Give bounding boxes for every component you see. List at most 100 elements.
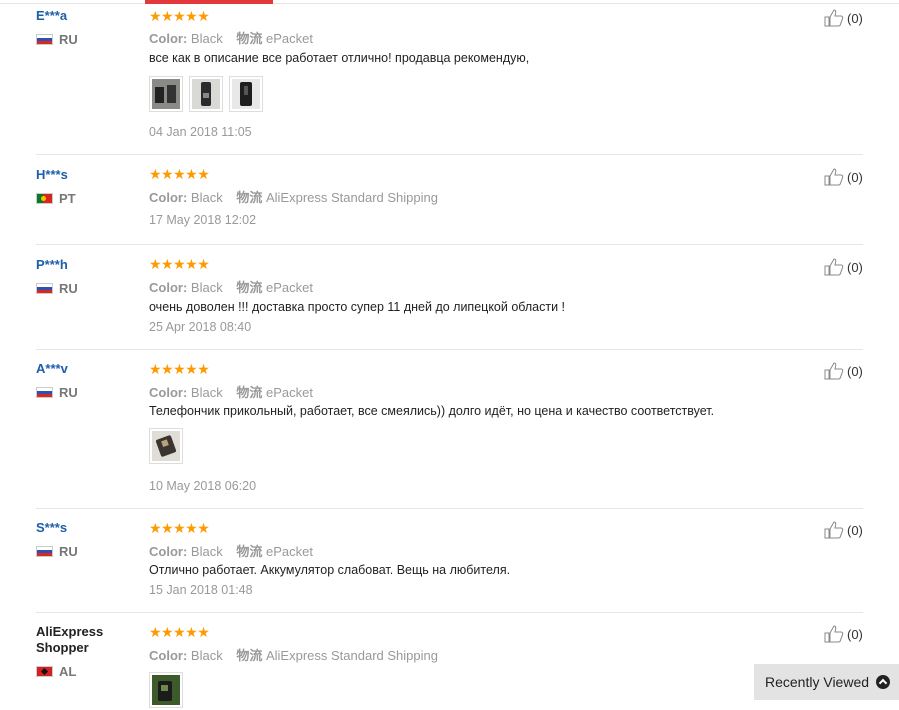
review-attributes: Color: Black 物流 AliExpress Standard Ship…	[149, 645, 438, 664]
rating-stars: ★★★★★	[149, 256, 210, 272]
review-attributes: Color: Black 物流 ePacket	[149, 277, 313, 296]
reviewer-country: RU	[36, 31, 78, 47]
review-divider	[36, 612, 863, 613]
shipping-value: ePacket	[265, 31, 313, 46]
rating-stars: ★★★★★	[149, 361, 210, 377]
reviewer-country: RU	[36, 543, 78, 559]
thumbs-up-icon	[824, 258, 844, 276]
review-text: очень доволен !!! доставка просто супер …	[149, 300, 566, 314]
chevron-up-icon	[876, 675, 891, 689]
country-code: PT	[59, 190, 76, 206]
rating-stars: ★★★★★	[149, 166, 210, 182]
active-tab-indicator	[145, 0, 273, 4]
review-attributes: Color: Black 物流 ePacket	[149, 541, 313, 560]
color-value: Black	[190, 385, 223, 400]
review-divider	[36, 508, 863, 509]
shipping-label: 物流	[236, 648, 263, 663]
review-divider	[36, 154, 863, 155]
review-photo-thumbnail[interactable]	[189, 76, 223, 112]
color-value: Black	[190, 31, 223, 46]
reviewer-name[interactable]: P***h	[36, 257, 68, 272]
country-code: RU	[59, 280, 78, 296]
review-date: 04 Jan 2018 11:05	[149, 125, 252, 139]
review-date: 17 May 2018 12:02	[149, 213, 257, 227]
helpful-count: (0)	[847, 522, 863, 538]
helpful-button[interactable]: (0)	[824, 625, 863, 643]
helpful-count: (0)	[847, 363, 863, 379]
reviewer-country: AL	[36, 663, 77, 679]
review-text: все как в описание все работает отлично!…	[149, 51, 530, 65]
thumbs-up-icon	[824, 362, 844, 380]
review-divider	[36, 244, 863, 245]
reviewer-country: RU	[36, 280, 78, 296]
reviewer-name[interactable]: H***s	[36, 167, 68, 182]
helpful-count: (0)	[847, 259, 863, 275]
country-code: RU	[59, 543, 78, 559]
shipping-value: AliExpress Standard Shipping	[265, 190, 438, 205]
helpful-button[interactable]: (0)	[824, 521, 863, 539]
country-code: AL	[59, 663, 77, 679]
review-text: Телефончик прикольный, работает, все сме…	[149, 404, 715, 418]
thumbs-up-icon	[824, 521, 844, 539]
shipping-value: ePacket	[265, 385, 313, 400]
color-value: Black	[190, 280, 223, 295]
reviewer-name[interactable]: A***v	[36, 361, 68, 376]
review-photo-thumbnail[interactable]	[149, 428, 183, 464]
flag-ru-icon	[36, 545, 53, 557]
review-divider	[36, 349, 863, 350]
helpful-button[interactable]: (0)	[824, 9, 863, 27]
helpful-count: (0)	[847, 626, 863, 642]
reviewer-name[interactable]: E***a	[36, 8, 67, 23]
review-attributes: Color: Black 物流 AliExpress Standard Ship…	[149, 187, 438, 206]
reviewer-name[interactable]: S***s	[36, 520, 67, 535]
flag-ru-icon	[36, 282, 53, 294]
review-date: 25 Apr 2018 08:40	[149, 320, 252, 334]
thumbs-up-icon	[824, 168, 844, 186]
color-value: Black	[190, 544, 223, 559]
top-border	[0, 3, 899, 4]
shipping-label: 物流	[236, 544, 263, 559]
helpful-button[interactable]: (0)	[824, 258, 863, 276]
thumbs-up-icon	[824, 625, 844, 643]
shipping-value: ePacket	[265, 544, 313, 559]
review-photo-thumbnail[interactable]	[149, 672, 183, 708]
review-photos	[149, 428, 183, 464]
color-value: Black	[190, 190, 223, 205]
reviewer-country: PT	[36, 190, 76, 206]
helpful-count: (0)	[847, 10, 863, 26]
recently-viewed-button[interactable]: Recently Viewed	[754, 664, 899, 700]
shipping-value: ePacket	[265, 280, 313, 295]
color-label: Color:	[149, 190, 188, 205]
helpful-button[interactable]: (0)	[824, 362, 863, 380]
review-photos	[149, 672, 183, 708]
reviewer-name[interactable]: AliExpress Shopper	[36, 624, 126, 656]
color-label: Color:	[149, 544, 188, 559]
review-photos	[149, 76, 263, 112]
shipping-value: AliExpress Standard Shipping	[265, 648, 438, 663]
review-photo-thumbnail[interactable]	[229, 76, 263, 112]
review-date: 10 May 2018 06:20	[149, 479, 257, 493]
helpful-button[interactable]: (0)	[824, 168, 863, 186]
helpful-count: (0)	[847, 169, 863, 185]
rating-stars: ★★★★★	[149, 520, 210, 536]
shipping-label: 物流	[236, 190, 263, 205]
shipping-label: 物流	[236, 280, 263, 295]
flag-pt-icon	[36, 192, 53, 204]
country-code: RU	[59, 384, 78, 400]
country-code: RU	[59, 31, 78, 47]
review-attributes: Color: Black 物流 ePacket	[149, 382, 313, 401]
rating-stars: ★★★★★	[149, 624, 210, 640]
rating-stars: ★★★★★	[149, 8, 210, 24]
flag-al-icon	[36, 665, 53, 677]
flag-ru-icon	[36, 386, 53, 398]
color-label: Color:	[149, 280, 188, 295]
flag-ru-icon	[36, 33, 53, 45]
color-label: Color:	[149, 648, 188, 663]
color-label: Color:	[149, 31, 188, 46]
shipping-label: 物流	[236, 385, 263, 400]
color-label: Color:	[149, 385, 188, 400]
review-text: Отлично работает. Аккумулятор слабоват. …	[149, 563, 511, 577]
review-attributes: Color: Black 物流 ePacket	[149, 28, 313, 47]
thumbs-up-icon	[824, 9, 844, 27]
review-photo-thumbnail[interactable]	[149, 76, 183, 112]
